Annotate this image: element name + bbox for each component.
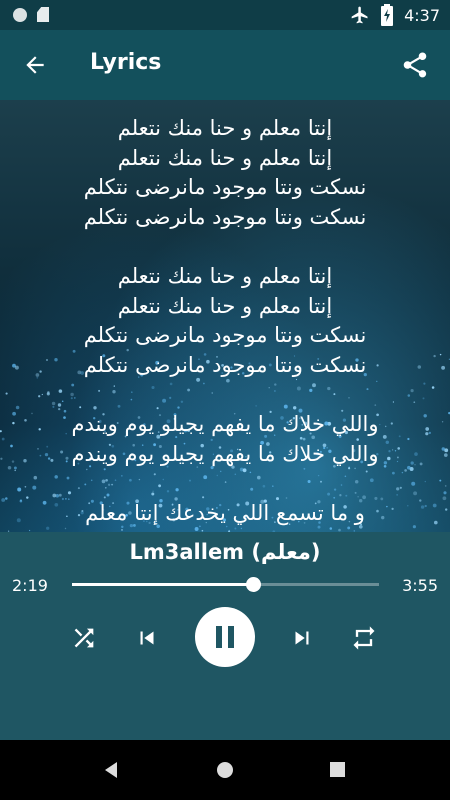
elapsed-time: 2:19	[12, 576, 48, 595]
lyric-line: و ما تسمع اللي يخدعك إنتا معلم	[85, 501, 365, 525]
page-title: Lyrics	[90, 50, 162, 75]
lyrics-panel[interactable]: إنتا معلم و حنا منك نتعلم إنتا معلم و حن…	[0, 100, 450, 532]
skip-next-icon	[295, 631, 309, 645]
lyric-line: إنتا معلم و حنا منك نتعلم	[117, 264, 333, 288]
nav-home-icon[interactable]	[214, 759, 236, 781]
lyric-line: نسكت ونتا موجود مانرضى نتكلم	[83, 352, 367, 377]
system-nav-bar	[0, 740, 450, 800]
next-button[interactable]	[284, 620, 320, 656]
seek-bar-progress	[72, 583, 254, 586]
song-title: Lm3allem (معلم)	[129, 540, 321, 564]
battery-icon	[381, 4, 394, 26]
skip-previous-icon	[140, 631, 154, 645]
lyric-line: نسكت ونتا موجود مانرضى نتكلم	[83, 175, 367, 199]
previous-button[interactable]	[129, 620, 165, 656]
repeat-button[interactable]	[346, 620, 382, 656]
lyric-line: إنتا معلم و حنا منك نتعلم	[117, 116, 333, 140]
sparkle-dot	[121, 529, 123, 531]
clock: 4:37	[404, 5, 440, 25]
total-duration: 3:55	[402, 576, 438, 595]
lyric-line: إنتا معلم و حنا منك نتعلم	[117, 293, 333, 318]
lyric-line: واللي خلاك ما يفهم يجيلو يوم ويندم	[71, 441, 379, 466]
app-bar: Lyrics	[0, 30, 450, 100]
sd-card-icon	[37, 7, 49, 22]
pause-button[interactable]	[195, 607, 255, 667]
lyric-line: واللي خلاك ما يفهم يجيلو يوم ويندم	[71, 412, 379, 436]
pause-icon	[216, 626, 234, 648]
seek-bar-thumb[interactable]	[246, 577, 262, 592]
lyric-line: نسكت ونتا موجود مانرضى نتكلم	[83, 323, 367, 347]
airplane-icon	[351, 6, 368, 24]
lyric-line: إنتا معلم و حنا منك نتعلم	[117, 145, 333, 170]
back-arrow-icon[interactable]	[22, 52, 48, 78]
lyric-line: نسكت ونتا موجود مانرضى نتكلم	[83, 204, 367, 229]
status-bar: 4:37	[0, 0, 450, 30]
shuffle-icon	[74, 628, 94, 648]
sparkle-dot	[28, 529, 31, 532]
player-panel: Lm3allem (معلم) 2:19 3:55	[0, 532, 450, 740]
repeat-icon	[353, 626, 375, 650]
shuffle-button[interactable]	[66, 620, 102, 656]
nav-back-icon[interactable]	[100, 759, 122, 781]
seek-bar[interactable]	[72, 577, 379, 592]
lyrics-text: إنتا معلم و حنا منك نتعلم إنتا معلم و حن…	[0, 114, 450, 529]
notification-dot-icon	[13, 8, 27, 22]
nav-recents-icon[interactable]	[328, 760, 348, 780]
share-icon[interactable]	[400, 50, 430, 80]
